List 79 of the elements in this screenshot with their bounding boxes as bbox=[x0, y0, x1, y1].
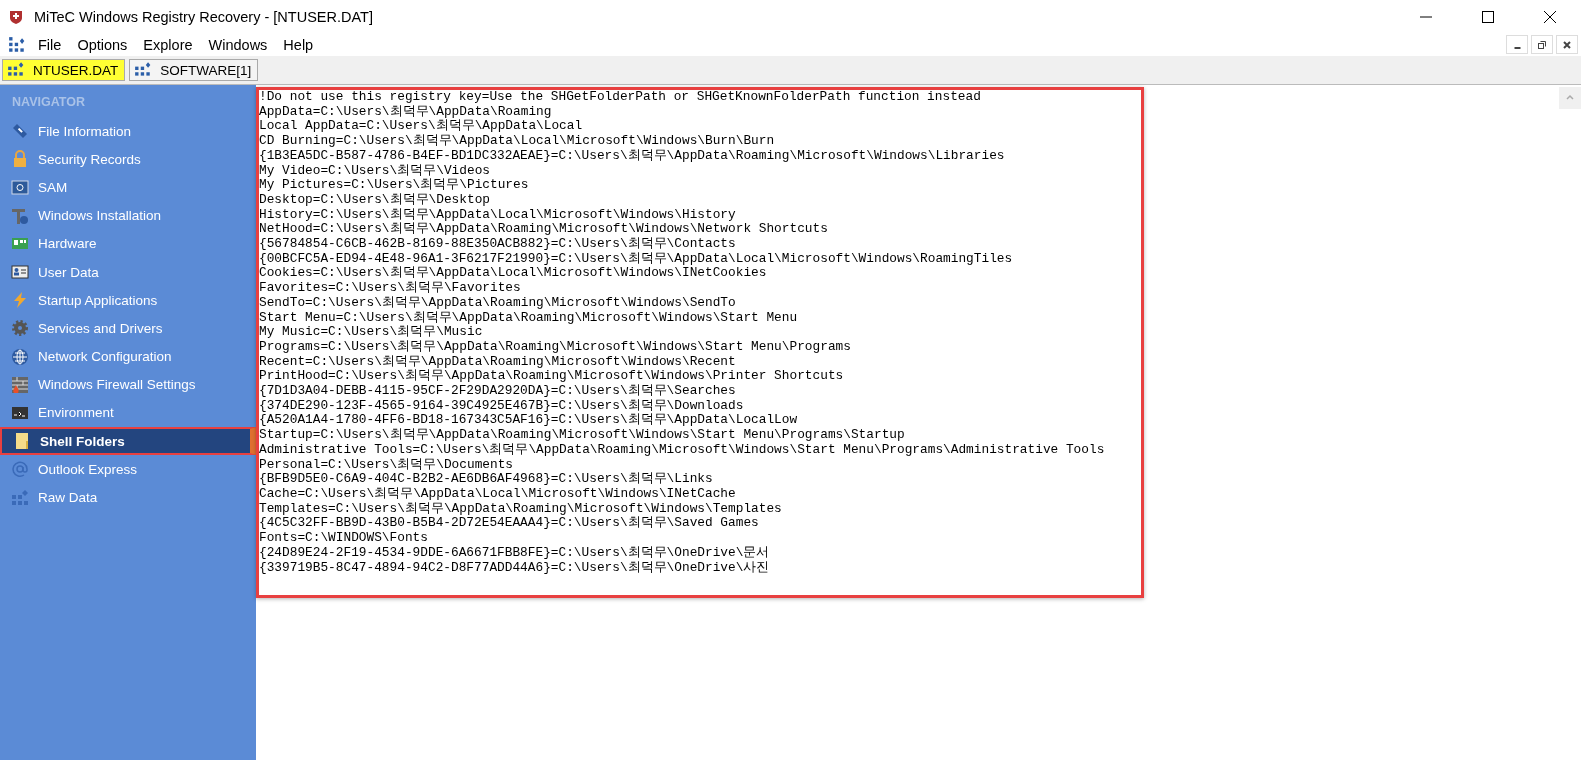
registry-line: Cookies=C:\Users\최덕무\AppData\Local\Microsoft\Windows\INetCookies bbox=[259, 266, 768, 281]
grid-icon bbox=[8, 35, 26, 54]
registry-line: My Pictures=C:\Users\최덕무\Pictures bbox=[259, 178, 530, 193]
grid-icon bbox=[11, 488, 29, 507]
navigator-item[interactable]: Security Records bbox=[0, 145, 256, 174]
registry-line: Cache=C:\Users\최덕무\AppData\Local\Microsoft\Windows\INetCache bbox=[259, 487, 737, 502]
registry-line: {374DE290-123F-4565-9164-39C4925E467B}=C:\Users\최덕무\Downloads bbox=[259, 398, 745, 413]
registry-line: !Do not use this registry key=Use the SHGetFolderPath or SHGetKnownFolderPath function instead bbox=[259, 90, 982, 105]
document-tab[interactable]: NTUSER.DAT bbox=[2, 59, 126, 81]
document-tab[interactable]: SOFTWARE[1] bbox=[129, 59, 259, 81]
navigator-item[interactable]: Startup Applications bbox=[0, 286, 256, 315]
shield-icon bbox=[8, 8, 24, 25]
registry-line: Favorites=C:\Users\최덕무\Favorites bbox=[259, 281, 522, 296]
firewall-icon bbox=[11, 375, 29, 394]
registry-line: Startup=C:\Users\최덕무\AppData\Roaming\Microsoft\Windows\Start Menu\Programs\Startup bbox=[259, 428, 906, 443]
lightning-icon bbox=[11, 291, 29, 310]
safe-icon bbox=[11, 178, 29, 197]
menu-item[interactable]: File bbox=[30, 36, 70, 53]
navigator-item[interactable]: Windows Installation bbox=[0, 201, 256, 230]
registry-line: Local AppData=C:\Users\최덕무\AppData\Local bbox=[259, 119, 584, 134]
navigator-item[interactable]: SAM bbox=[0, 173, 256, 202]
navigator-item[interactable]: Environment bbox=[0, 398, 256, 428]
registry-line: Recent=C:\Users\최덕무\AppData\Roaming\Microsoft\Windows\Recent bbox=[259, 354, 737, 369]
registry-line: History=C:\Users\최덕무\AppData\Local\Microsoft\Windows\History bbox=[259, 207, 737, 222]
navigator-item[interactable]: Network Configuration bbox=[0, 342, 256, 371]
minimize-icon bbox=[1513, 46, 1521, 49]
close-icon bbox=[1562, 39, 1572, 50]
registry-line: {339719B5-8C47-4894-94C2-D8F77ADD44A6}=C:\Users\최덕무\OneDrive\사진 bbox=[259, 560, 771, 576]
navigator-item[interactable]: Raw Data bbox=[0, 483, 256, 512]
navigator-item[interactable]: File Information bbox=[0, 117, 256, 146]
registry-line: PrintHood=C:\Users\최덕무\AppData\Roaming\Microsoft\Windows\Printer Shortcuts bbox=[259, 369, 845, 384]
gear-icon bbox=[11, 319, 29, 338]
grid-icon bbox=[134, 61, 153, 79]
restore-icon bbox=[1537, 39, 1547, 50]
install-icon bbox=[11, 206, 29, 225]
registry-line: {4C5C32FF-BB9D-43B0-B5B4-2D72E54EAAA4}=C:\Users\최덕무\Saved Games bbox=[259, 516, 760, 532]
mdi-minimize-button[interactable] bbox=[1506, 35, 1528, 54]
registry-line: Personal=C:\Users\최덕무\Documents bbox=[259, 457, 515, 472]
registry-line: {7D1D3A04-DEBB-4115-95CF-2F29DA2920DA}=C:\Users\최덕무\Searches bbox=[259, 384, 737, 399]
navigator-item[interactable]: Windows Firewall Settings bbox=[0, 370, 256, 399]
mdi-restore-button[interactable] bbox=[1531, 35, 1553, 54]
scrollbar[interactable] bbox=[1559, 87, 1581, 109]
navigator-item[interactable]: User Data bbox=[0, 257, 256, 287]
registry-line: {00BCFC5A-ED94-4E48-96A1-3F6217F21990}=C:\Users\최덕무\AppData\Local\Microsoft\Windows\RoamingTiles bbox=[259, 251, 1014, 266]
registry-line: {24D89E24-2F19-4534-9DDE-6A6671FBB8FE}=C:\Users\최덕무\OneDrive\문서 bbox=[259, 545, 771, 561]
registry-line: Desktop=C:\Users\최덕무\Desktop bbox=[259, 192, 491, 208]
registry-line: SendTo=C:\Users\최덕무\AppData\Roaming\Microsoft\Windows\SendTo bbox=[259, 295, 737, 311]
registry-line: {1B3EA5DC-B587-4786-B4EF-BD1DC332AEAE}=C:\Users\최덕무\AppData\Roaming\Microsoft\Windows\Libraries bbox=[259, 148, 1006, 164]
registry-line: My Video=C:\Users\최덕무\Videos bbox=[259, 163, 491, 178]
menu-item[interactable]: Explore bbox=[135, 36, 201, 53]
registry-line: {56784854-C6CB-462B-8169-88E350ACB882}=C:\Users\최덕무\Contacts bbox=[259, 237, 737, 252]
window-title: MiTeC Windows Registry Recovery - [NTUSER.DAT] bbox=[34, 8, 373, 25]
registry-line: {A520A1A4-1780-4FF6-BD18-167343C5AF16}=C:\Users\최덕무\AppData\LocalLow bbox=[259, 413, 799, 428]
menu-item[interactable]: Options bbox=[69, 36, 136, 53]
tag-icon bbox=[11, 122, 29, 141]
registry-line: Fonts=C:\WINDOWS\Fonts bbox=[259, 531, 429, 546]
registry-line: CD Burning=C:\Users\최덕무\AppData\Local\Microsoft\Windows\Burn\Burn bbox=[259, 134, 776, 149]
registry-line: Programs=C:\Users\최덕무\AppData\Roaming\Microsoft\Windows\Start Menu\Programs bbox=[259, 339, 852, 355]
navigator-heading: NAVIGATOR bbox=[11, 94, 86, 111]
menu-item[interactable]: Windows bbox=[200, 36, 276, 53]
navigator-item[interactable]: Services and Drivers bbox=[0, 314, 256, 343]
globe-icon bbox=[11, 347, 29, 366]
registry-line: AppData=C:\Users\최덕무\AppData\Roaming bbox=[259, 104, 553, 119]
registry-line: {BFB9D5E0-C6A9-404C-B2B2-AE6DB6AF4968}=C:\Users\최덕무\Links bbox=[259, 472, 714, 487]
lock-icon bbox=[11, 150, 29, 169]
navigator-item[interactable]: Outlook Express bbox=[0, 455, 256, 484]
registry-line: Administrative Tools=C:\Users\최덕무\AppData\Roaming\Microsoft\Windows\Start Menu\Programs\Administrative Tools bbox=[259, 442, 1106, 458]
registry-line: NetHood=C:\Users\최덕무\AppData\Roaming\Microsoft\Windows\Network Shortcuts bbox=[259, 222, 829, 237]
mdi-close-button[interactable] bbox=[1556, 35, 1578, 54]
menu-item[interactable]: Help bbox=[275, 36, 322, 53]
navigator-item[interactable]: Hardware bbox=[0, 229, 256, 258]
navigator-item[interactable]: Shell Folders bbox=[0, 427, 256, 456]
grid-icon bbox=[7, 61, 25, 79]
id-card-icon bbox=[11, 263, 29, 282]
at-sign-icon bbox=[11, 460, 29, 479]
registry-line: Start Menu=C:\Users\최덕무\AppData\Roaming\Microsoft\Windows\Start Menu bbox=[259, 310, 799, 325]
registry-line: Templates=C:\Users\최덕무\AppData\Roaming\Microsoft\Windows\Templates bbox=[259, 501, 783, 516]
folder-icon bbox=[13, 432, 31, 451]
registry-line: My Music=C:\Users\최덕무\Music bbox=[259, 325, 484, 340]
